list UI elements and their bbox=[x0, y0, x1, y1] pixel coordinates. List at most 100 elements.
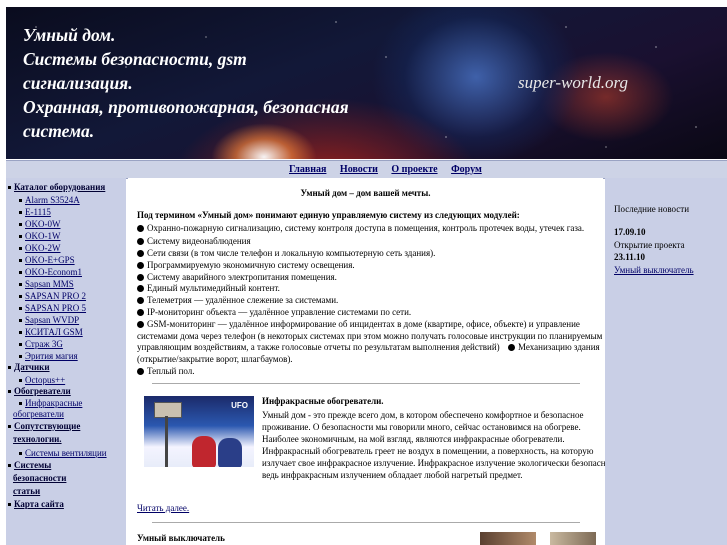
news-date: 23.11.10 bbox=[614, 252, 646, 262]
module-item: Телеметрия — удалённое слежение за систе… bbox=[137, 295, 338, 305]
top-nav: Главная Новости О проекте Форум bbox=[6, 160, 727, 179]
sidebar-item-label: Sapsan MMS bbox=[25, 279, 74, 289]
module-item: Систему аварийного электропитания помеще… bbox=[137, 272, 337, 282]
module-text: Единый мультимедийный контент. bbox=[147, 283, 280, 293]
sidebar-systems-title[interactable]: Системы bbox=[8, 459, 51, 471]
bullet-icon bbox=[19, 199, 22, 203]
module-text: Теплый пол. bbox=[147, 366, 195, 376]
bullet-icon bbox=[19, 355, 22, 359]
bullet-icon bbox=[137, 321, 144, 328]
sidebar-item-label: КСИТАЛ GSM bbox=[25, 327, 83, 337]
module-text: Телеметрия — удалённое слежение за систе… bbox=[147, 295, 339, 305]
sidebar-item[interactable]: OKO-Econom1 bbox=[19, 267, 82, 277]
bullet-icon bbox=[19, 331, 22, 335]
sidebar-item[interactable]: SAPSAN PRO 5 bbox=[19, 303, 86, 313]
bullet-icon bbox=[19, 343, 22, 347]
bullet-icon bbox=[137, 274, 144, 281]
sidebar-item[interactable]: Octopus++ bbox=[19, 375, 65, 385]
article-title: Умный выключатель bbox=[137, 533, 225, 543]
right-sidebar: Последние новости 17.09.10 Открытие прое… bbox=[605, 178, 727, 545]
photo-logo: UFO bbox=[231, 401, 248, 410]
bullet-icon bbox=[137, 285, 144, 292]
sidebar-heaters-title[interactable]: Обогреватели bbox=[8, 385, 71, 397]
sidebar-item[interactable]: SAPSAN PRO 2 bbox=[19, 291, 86, 301]
sidebar-sitemap-label: Карта сайта bbox=[14, 499, 64, 509]
sidebar-item[interactable]: Sapsan MMS bbox=[19, 279, 74, 289]
sidebar-item[interactable]: КСИТАЛ GSM bbox=[19, 327, 83, 337]
news-item: Открытие проекта bbox=[614, 240, 685, 250]
nav-news[interactable]: Новости bbox=[340, 164, 378, 175]
heater-photo[interactable]: UFO bbox=[144, 396, 254, 481]
sidebar-sitemap[interactable]: Карта сайта bbox=[8, 498, 64, 510]
module-text: Программируемую экономичную систему осве… bbox=[147, 260, 355, 270]
sidebar-item-label: SAPSAN PRO 2 bbox=[25, 291, 87, 301]
header-title-line: Охранная, противопожарная, безопасная bbox=[23, 97, 349, 117]
bullet-icon bbox=[8, 366, 11, 370]
sidebar-item-label: OKO-2W bbox=[25, 243, 61, 253]
bullet-icon bbox=[137, 225, 144, 232]
sidebar-item[interactable]: OKO-E+GPS bbox=[19, 255, 75, 265]
sidebar-systems-label: безопасности bbox=[13, 473, 67, 483]
divider bbox=[152, 383, 580, 384]
module-text: GSM-мониторинг — удалённое информировани… bbox=[147, 319, 580, 329]
sidebar-item[interactable]: Страж 3G bbox=[19, 339, 63, 349]
sidebar-item[interactable]: OKO-0W bbox=[19, 219, 61, 229]
sidebar-item-label: E-1115 bbox=[25, 207, 51, 217]
sidebar-item-label: Системы вентиляции bbox=[25, 448, 107, 458]
header-title-line: Умный дом. bbox=[23, 25, 116, 45]
main-content: Умный дом – дом вашей мечты. Под термино… bbox=[128, 178, 610, 545]
sidebar-item[interactable]: E-1115 bbox=[19, 207, 51, 217]
bullet-icon bbox=[508, 344, 515, 351]
news-title: Последние новости bbox=[614, 204, 690, 214]
sidebar-item[interactable]: OKO-1W bbox=[19, 231, 61, 241]
module-text-cont: управляющим воздействиям, а также голосо… bbox=[137, 342, 500, 352]
nav-about[interactable]: О проекте bbox=[391, 164, 437, 175]
module-item: Сети связи (в том числе телефон и локаль… bbox=[137, 248, 435, 258]
sidebar-related-title[interactable]: Сопутствующие bbox=[8, 420, 80, 432]
bullet-icon bbox=[137, 368, 144, 375]
person-figure bbox=[192, 436, 216, 468]
bullet-icon bbox=[137, 238, 144, 245]
sidebar-item-cont[interactable]: обогреватели bbox=[13, 409, 64, 419]
sidebar-catalog-title[interactable]: Каталог оборудования bbox=[8, 181, 105, 193]
module-item: IP-мониторинг объекта — удалённое управл… bbox=[137, 307, 411, 317]
module-text-cont: (открытие/закрытие ворот, шлагбаумов). bbox=[137, 354, 293, 364]
page: Умный дом. Системы безопасности, gsm сиг… bbox=[0, 0, 727, 545]
module-text: Охранно-пожарную сигнализацию, систему к… bbox=[147, 223, 585, 233]
sidebar-item[interactable]: OKO-2W bbox=[19, 243, 61, 253]
module-text: Систему видеонаблюдения bbox=[147, 236, 251, 246]
read-more-link[interactable]: Читать далее. bbox=[137, 503, 189, 513]
article-title: Инфракрасные обогреватели. bbox=[262, 396, 384, 406]
module-item: Теплый пол. bbox=[137, 366, 195, 376]
sidebar-catalog-label: Каталог оборудования bbox=[14, 182, 106, 192]
sidebar-item[interactable]: Эрития магия bbox=[19, 351, 78, 361]
sidebar-item[interactable]: Alarm S3524A bbox=[19, 195, 80, 205]
module-item: GSM-мониторинг — удалённое информировани… bbox=[137, 319, 580, 329]
sidebar-item-label: OKO-E+GPS bbox=[25, 255, 75, 265]
sidebar-item-label: Страж 3G bbox=[25, 339, 63, 349]
module-item: Единый мультимедийный контент. bbox=[137, 283, 280, 293]
divider bbox=[152, 522, 580, 523]
heater-stand bbox=[165, 416, 168, 471]
module-text: Систему аварийного электропитания помеще… bbox=[147, 272, 337, 282]
sidebar-systems-label: статьи bbox=[13, 486, 41, 496]
bullet-icon bbox=[137, 250, 144, 257]
module-item: Охранно-пожарную сигнализацию, систему к… bbox=[137, 223, 584, 233]
nav-forum[interactable]: Форум bbox=[451, 164, 482, 175]
module-item: Программируемую экономичную систему осве… bbox=[137, 260, 355, 270]
sidebar-item[interactable]: Sapsan WVDP bbox=[19, 315, 79, 325]
sidebar-item[interactable]: Инфракрасные bbox=[19, 398, 82, 408]
sidebar-related-title-cont[interactable]: технологии. bbox=[13, 433, 62, 445]
sidebar-systems-title-cont[interactable]: безопасности bbox=[13, 472, 66, 484]
sidebar-sensors-title[interactable]: Датчики bbox=[8, 361, 50, 373]
header-banner: Умный дом. Системы безопасности, gsm сиг… bbox=[6, 7, 727, 159]
intro-text: Под термином «Умный дом» понимают единую… bbox=[137, 210, 520, 220]
module-item: Систему видеонаблюдения bbox=[137, 236, 251, 246]
sidebar-item-label: Sapsan WVDP bbox=[25, 315, 80, 325]
bullet-icon bbox=[137, 262, 144, 269]
bullet-icon bbox=[137, 297, 144, 304]
sidebar-systems-title-cont[interactable]: статьи bbox=[13, 485, 40, 497]
sidebar-item[interactable]: Системы вентиляции bbox=[19, 448, 107, 458]
news-link[interactable]: Умный выключатель bbox=[614, 265, 694, 275]
nav-home[interactable]: Главная bbox=[289, 164, 326, 175]
